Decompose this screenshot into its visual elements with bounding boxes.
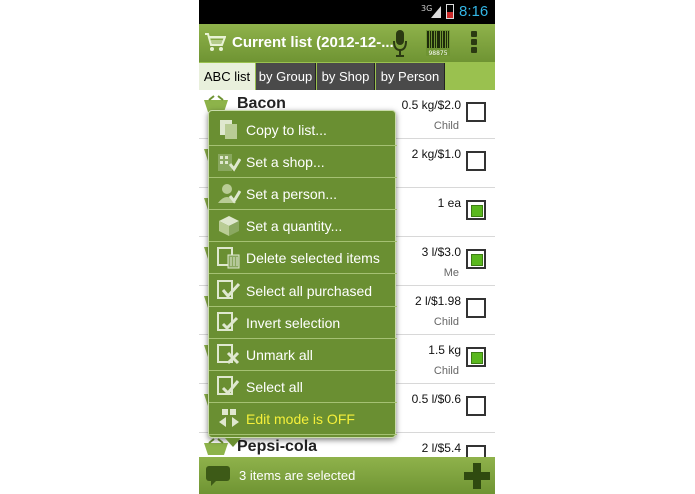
menu-item-delete-selected[interactable]: Delete selected items: [209, 242, 397, 274]
barcode-icon[interactable]: 98875: [426, 30, 450, 56]
item-checkbox[interactable]: [466, 396, 486, 416]
item-person: Child: [433, 316, 459, 328]
item-person: Child: [433, 365, 459, 377]
menu-item-select-purchased[interactable]: Select all purchased: [209, 275, 397, 307]
tab-abc-list[interactable]: ABC list: [199, 63, 255, 90]
item-checkbox[interactable]: [466, 249, 486, 269]
menu-item-unmark-all[interactable]: Unmark all: [209, 339, 397, 371]
item-quantity: 0.5 kg/$2.0: [401, 98, 461, 112]
unmark-icon: [217, 344, 240, 365]
item-quantity: 2 kg/$1.0: [411, 147, 461, 161]
item-person: Child: [433, 120, 459, 132]
item-quantity: 0.5 l/$0.6: [411, 392, 461, 406]
speech-bubble-icon[interactable]: [205, 465, 231, 487]
person-icon: [218, 184, 241, 204]
list-title: Current list (2012-12-...: [232, 34, 394, 51]
selection-status: 3 items are selected: [239, 468, 356, 483]
item-name: Pepsi-cola: [237, 438, 318, 455]
item-checkbox[interactable]: [466, 298, 486, 318]
bottom-bar: 3 items are selected: [199, 457, 495, 494]
cart-icon[interactable]: [204, 32, 226, 52]
overflow-menu-icon[interactable]: [470, 29, 478, 57]
battery-icon: [446, 4, 454, 19]
context-menu: Copy to list... Set a shop... Set a pers…: [208, 110, 397, 447]
menu-item-set-quantity[interactable]: Set a quantity...: [209, 210, 397, 242]
edit-mode-icon: [219, 409, 239, 427]
shop-icon: [218, 154, 241, 172]
item-quantity: 2 l/$1.98: [414, 294, 461, 308]
menu-item-set-shop[interactable]: Set a shop...: [209, 146, 397, 178]
item-quantity: 1 ea: [437, 196, 461, 210]
select-purchased-icon: [217, 280, 241, 299]
signal-icon: [431, 6, 441, 18]
menu-item-edit-mode[interactable]: Edit mode is OFF: [209, 403, 397, 435]
action-bar: Current list (2012-12-... 98875: [199, 24, 495, 62]
tab-by-person[interactable]: by Person: [376, 63, 445, 90]
quantity-icon: [219, 216, 239, 236]
tab-by-shop[interactable]: by Shop: [317, 63, 375, 90]
barcode-number: 98875: [428, 50, 447, 56]
add-item-icon[interactable]: [463, 462, 491, 490]
trash-icon: [217, 247, 240, 269]
tab-bar: ABC list by Group by Shop by Person: [199, 62, 495, 90]
item-quantity: 2 l/$5.4: [421, 441, 461, 455]
tab-by-group[interactable]: by Group: [256, 63, 316, 90]
clock: 8:16: [459, 3, 489, 20]
item-checkbox[interactable]: [466, 347, 486, 367]
phone-screen: 3G 8:16 Current list (2012-12-... 98875: [199, 0, 495, 494]
menu-item-set-person[interactable]: Set a person...: [209, 178, 397, 210]
item-quantity: 1.5 kg: [428, 343, 461, 357]
menu-item-invert-selection[interactable]: Invert selection: [209, 307, 397, 339]
item-quantity: 3 l/$3.0: [421, 245, 461, 259]
item-checkbox[interactable]: [466, 102, 486, 122]
menu-item-select-all[interactable]: Select all: [209, 371, 397, 403]
invert-icon: [217, 312, 239, 331]
menu-pointer-arrow: [225, 438, 241, 447]
status-bar: 3G 8:16: [199, 0, 495, 24]
copy-icon: [220, 120, 237, 139]
item-person: Me: [443, 267, 459, 279]
select-all-icon: [217, 376, 240, 396]
menu-item-copy-to-list[interactable]: Copy to list...: [209, 114, 397, 146]
item-checkbox[interactable]: [466, 200, 486, 220]
microphone-icon[interactable]: [393, 29, 407, 57]
item-checkbox[interactable]: [466, 151, 486, 171]
